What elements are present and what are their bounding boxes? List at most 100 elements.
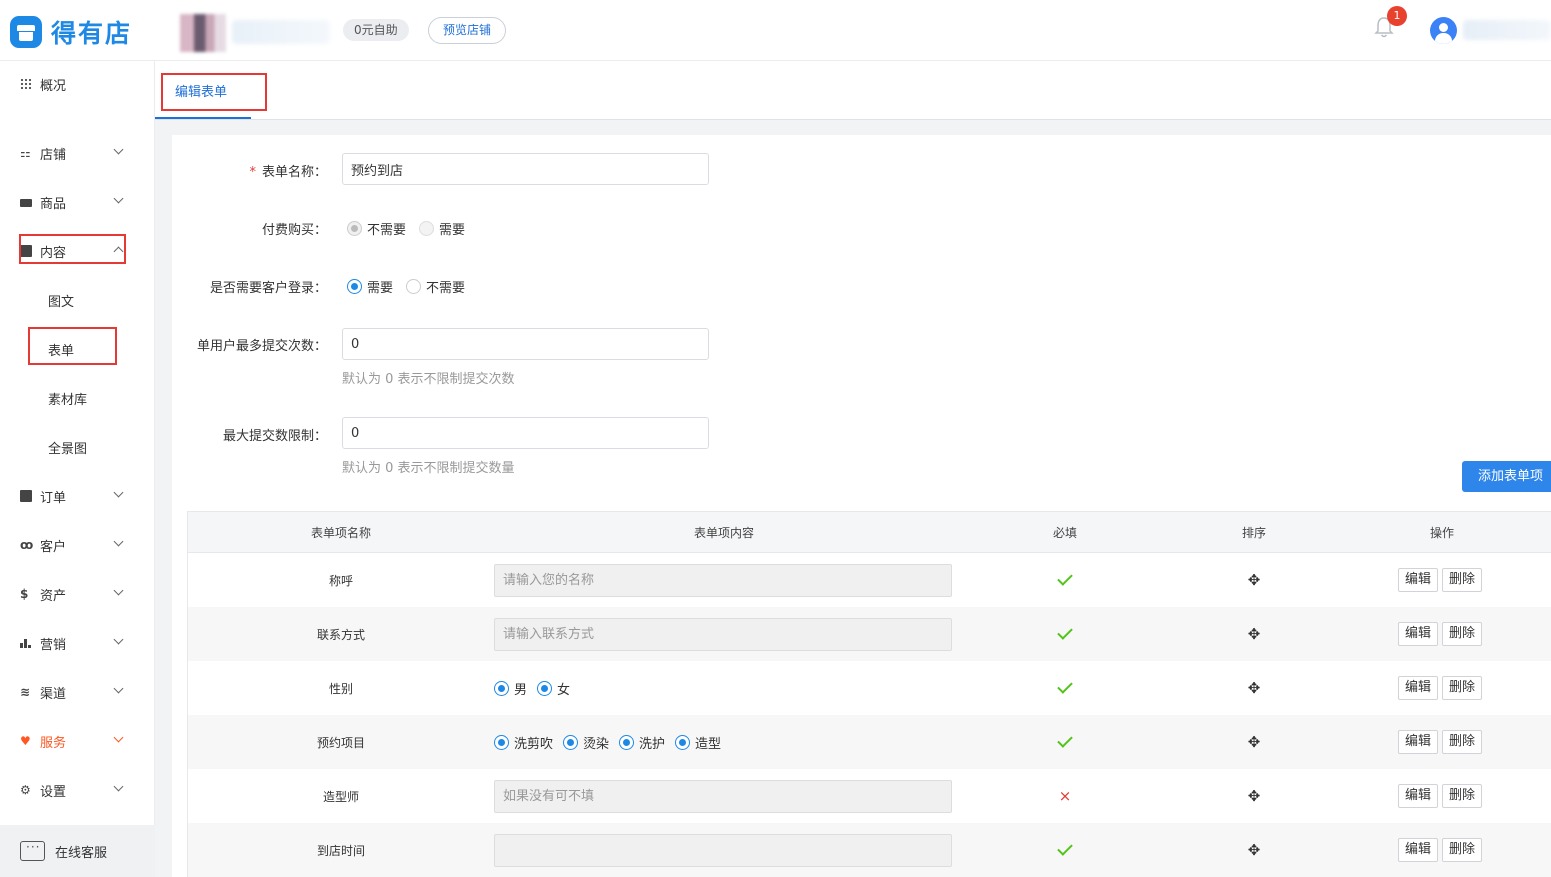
user-avatar-icon[interactable]: [1430, 17, 1457, 44]
sidebar-item-store[interactable]: ⚏ 店铺: [20, 141, 130, 165]
tab-edit-form[interactable]: 编辑表单: [175, 81, 227, 100]
row-name: 造型师: [322, 789, 359, 804]
table-row: 称呼 请输入您的名称 ✥ 编辑 删除: [187, 553, 1551, 607]
edit-button[interactable]: 编辑: [1397, 784, 1438, 808]
paid-option-needed[interactable]: 需要: [419, 219, 465, 238]
form-editor-panel: *表单名称： 付费购买： 不需要 需要 是否需要客户登录： 需要 不需要 单用户…: [172, 135, 1551, 877]
radio-selected: [494, 734, 509, 750]
sidebar-item-label: 内容: [40, 245, 67, 261]
sidebar-item-marketing[interactable]: 营销: [20, 631, 130, 655]
chevron-down-icon: [113, 487, 124, 498]
delete-button[interactable]: 删除: [1442, 730, 1483, 754]
delete-button[interactable]: 删除: [1442, 568, 1483, 592]
table-row: 到店时间 ✥ 编辑 删除: [187, 823, 1551, 877]
form-name-label: * 表单名称：: [249, 165, 327, 180]
max-per-user-input[interactable]: [342, 328, 709, 360]
drag-move-icon[interactable]: ✥: [1248, 679, 1261, 697]
delete-button[interactable]: 删除: [1442, 622, 1483, 646]
row-preview-input: 请输入联系方式: [494, 618, 952, 651]
goods-icon: [20, 199, 32, 207]
tab-active-indicator: [155, 117, 251, 119]
radio-unselected: [406, 279, 422, 294]
heart-icon: ♥: [20, 734, 31, 748]
radio-option: 洗护: [619, 733, 665, 752]
sidebar-item-assets[interactable]: $ 资产: [20, 582, 130, 606]
brand-name: 得有店: [51, 19, 133, 48]
sidebar-item-customers[interactable]: ꝏ 客户: [20, 533, 130, 557]
brand-logo[interactable]: 得有店: [10, 14, 132, 50]
sidebar-item-orders[interactable]: 订单: [20, 484, 130, 508]
checkmark-icon: [1057, 570, 1073, 586]
column-header-sort: 排序: [1241, 525, 1266, 540]
sidebar-sub-item-article[interactable]: 图文: [48, 291, 74, 311]
row-preview-input: [494, 834, 952, 867]
sidebar-item-label: 设置: [40, 784, 67, 800]
sidebar-sub-item-panorama[interactable]: 全景图: [48, 438, 87, 458]
max-total-input[interactable]: [342, 417, 709, 449]
chevron-down-icon: [113, 536, 124, 547]
bar-chart-icon: [20, 637, 32, 649]
radio-selected: [537, 680, 553, 696]
delete-button[interactable]: 删除: [1442, 838, 1483, 862]
store-avatar: [180, 14, 226, 52]
sidebar-item-content[interactable]: 内容: [20, 239, 130, 263]
delete-button[interactable]: 删除: [1442, 784, 1483, 808]
table-row: 预约项目 洗剪吹 烫染 洗护 造型 ✥ 编辑 删除: [187, 715, 1551, 769]
delete-button[interactable]: 删除: [1442, 676, 1483, 700]
login-required-label: 是否需要客户登录：: [209, 281, 327, 296]
paid-option-not-needed[interactable]: 不需要: [347, 219, 406, 238]
grid-icon: [20, 78, 32, 90]
sidebar-item-settings[interactable]: ⚙ 设置: [20, 778, 130, 802]
drag-move-icon[interactable]: ✥: [1248, 571, 1261, 589]
max-per-user-hint: 默认为 0 表示不限制提交次数: [342, 372, 515, 387]
drag-move-icon[interactable]: ✥: [1248, 841, 1261, 859]
sidebar-item-label: 商品: [40, 196, 67, 212]
paid-purchase-radio-group: 不需要 需要: [347, 219, 478, 238]
form-name-input[interactable]: [342, 153, 709, 185]
row-preview-input: 如果没有可不填: [494, 780, 952, 813]
edit-button[interactable]: 编辑: [1397, 838, 1438, 862]
radio-selected-disabled: [347, 221, 362, 236]
sidebar-item-label: 服务: [40, 735, 67, 751]
login-option-not-needed[interactable]: 不需要: [406, 277, 465, 296]
max-per-user-label: 单用户最多提交次数：: [196, 339, 327, 354]
chat-icon: [20, 840, 45, 861]
sidebar-item-label: 资产: [40, 588, 67, 604]
table-header: 表单项名称 表单项内容 必填 排序 操作: [187, 511, 1551, 553]
chevron-down-icon: [113, 683, 124, 694]
login-required-radio-group: 需要 不需要: [347, 277, 478, 296]
layers-icon: ≋: [20, 685, 31, 699]
edit-button[interactable]: 编辑: [1397, 622, 1438, 646]
preview-store-button[interactable]: 预览店铺: [428, 17, 507, 44]
user-name-blurred[interactable]: [1463, 20, 1551, 40]
sidebar-sub-item-material[interactable]: 素材库: [48, 389, 87, 409]
checkmark-icon: [1057, 732, 1073, 748]
radio-selected: [347, 279, 362, 294]
edit-button[interactable]: 编辑: [1397, 676, 1438, 700]
radio-option: 烫染: [563, 733, 609, 752]
edit-button[interactable]: 编辑: [1397, 568, 1438, 592]
online-support-button[interactable]: 在线客服: [0, 825, 155, 877]
login-option-needed[interactable]: 需要: [347, 277, 393, 296]
sidebar-sub-item-form[interactable]: 表单: [48, 340, 74, 360]
store-icon: [10, 16, 42, 48]
table-row: 联系方式 请输入联系方式 ✥ 编辑 删除: [187, 607, 1551, 661]
radio-selected: [563, 734, 579, 750]
gear-icon: ⚙: [20, 783, 31, 797]
sidebar-item-goods[interactable]: 商品: [20, 190, 130, 214]
sidebar-item-overview[interactable]: 概况: [20, 72, 130, 96]
drag-move-icon[interactable]: ✥: [1248, 625, 1261, 643]
chevron-up-icon: [113, 246, 124, 257]
drag-move-icon[interactable]: ✥: [1248, 787, 1261, 805]
sidebar-item-service[interactable]: ♥ 服务: [20, 729, 130, 753]
max-total-label: 最大提交数限制：: [222, 429, 327, 444]
chevron-down-icon: [113, 781, 124, 792]
chevron-down-icon: [113, 732, 124, 743]
edit-button[interactable]: 编辑: [1397, 730, 1438, 754]
add-form-item-button[interactable]: 添加表单项: [1462, 461, 1551, 492]
column-header-content: 表单项内容: [693, 525, 754, 540]
store-icon: ⚏: [20, 146, 31, 160]
drag-move-icon[interactable]: ✥: [1248, 733, 1261, 751]
sidebar-item-channels[interactable]: ≋ 渠道: [20, 680, 130, 704]
row-name: 联系方式: [316, 627, 365, 642]
